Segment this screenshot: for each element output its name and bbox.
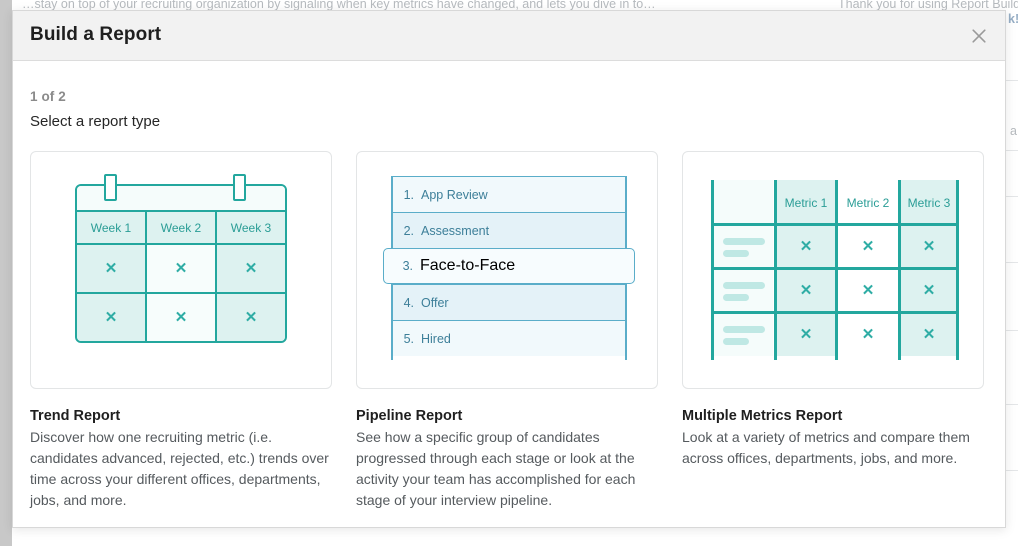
card-title: Trend Report xyxy=(30,408,121,424)
metrics-vline xyxy=(711,180,714,360)
calendar-cell: ✕ xyxy=(77,243,145,292)
close-button[interactable] xyxy=(965,22,993,50)
x-mark-icon: ✕ xyxy=(104,309,118,326)
x-mark-icon: ✕ xyxy=(244,260,258,277)
report-type-card-list: Week 1 Week 2 Week 3 ✕ ✕ ✕ ✕ ✕ ✕ Trend R… xyxy=(30,151,988,511)
calendar-cell: ✕ xyxy=(145,292,215,341)
metrics-col-header: Metric 2 xyxy=(846,196,890,210)
metrics-col-header: Metric 1 xyxy=(784,196,828,210)
trend-report-visual[interactable]: Week 1 Week 2 Week 3 ✕ ✕ ✕ ✕ ✕ ✕ xyxy=(30,151,332,389)
calendar-col-header: Week 3 xyxy=(215,210,285,243)
x-mark-icon: ✕ xyxy=(244,309,258,326)
metrics-hline xyxy=(711,223,959,226)
metrics-table-graphic: Metric 1 Metric 2 Metric 3 ✕ ✕ ✕ ✕ ✕ ✕ ✕… xyxy=(711,180,959,360)
backdrop-right-gutter xyxy=(1006,0,1018,546)
x-mark-icon: ✕ xyxy=(922,326,936,343)
calendar-col-header: Week 1 xyxy=(77,210,145,243)
multiple-metrics-report-visual[interactable]: Metric 1 Metric 2 Metric 3 ✕ ✕ ✕ ✕ ✕ ✕ ✕… xyxy=(682,151,984,389)
backdrop-fragment-right: k! xyxy=(1008,12,1018,26)
report-type-card-pipeline: 1. App Review 2. Assessment 4. Offer 5. … xyxy=(356,151,658,511)
metrics-row-label-bar xyxy=(723,282,765,289)
report-type-card-multiple-metrics: Metric 1 Metric 2 Metric 3 ✕ ✕ ✕ ✕ ✕ ✕ ✕… xyxy=(682,151,984,511)
calendar-data-row: ✕ ✕ ✕ xyxy=(77,243,285,292)
x-mark-icon: ✕ xyxy=(922,238,936,255)
backdrop-rule xyxy=(1006,150,1018,151)
pipeline-report-visual[interactable]: 1. App Review 2. Assessment 4. Offer 5. … xyxy=(356,151,658,389)
calendar-col-header: Week 2 xyxy=(145,210,215,243)
x-mark-icon: ✕ xyxy=(922,282,936,299)
backdrop-fragment-a: a xyxy=(1010,124,1017,138)
x-mark-icon: ✕ xyxy=(799,326,813,343)
calendar-cell: ✕ xyxy=(215,292,285,341)
pipeline-stage: 1. App Review xyxy=(393,176,625,212)
pipeline-stage-number: 5. xyxy=(403,331,414,346)
metrics-row-label-bar xyxy=(723,250,749,257)
calendar-cell: ✕ xyxy=(215,243,285,292)
metrics-col-header: Metric 3 xyxy=(907,196,951,210)
x-mark-icon: ✕ xyxy=(861,238,875,255)
card-title: Pipeline Report xyxy=(356,408,463,424)
pipeline-stage-number: 3. xyxy=(402,259,413,273)
metrics-hline xyxy=(711,267,959,270)
metrics-hline xyxy=(711,311,959,314)
x-mark-icon: ✕ xyxy=(861,282,875,299)
metrics-row-label-bar xyxy=(723,294,749,301)
metrics-vline xyxy=(835,180,838,360)
step-counter: 1 of 2 xyxy=(30,89,66,104)
page-title: Build a Report xyxy=(30,24,162,45)
backdrop-left-gutter xyxy=(0,0,12,546)
close-icon xyxy=(970,27,988,45)
pipeline-stage-highlighted: 3. Face-to-Face xyxy=(383,248,635,284)
pipeline-stage-number: 4. xyxy=(403,295,414,310)
x-mark-icon: ✕ xyxy=(799,238,813,255)
card-description: Look at a variety of metrics and compare… xyxy=(682,429,970,466)
pipeline-stage-label: Assessment xyxy=(421,223,490,238)
pipeline-stage-number: 1. xyxy=(403,187,414,202)
pipeline-stage-label: Face-to-Face xyxy=(420,257,516,274)
pipeline-stage: 4. Offer xyxy=(393,284,625,320)
pipeline-stage-label: Hired xyxy=(421,331,451,346)
modal-body: 1 of 2 Select a report type Week 1 Week … xyxy=(13,61,1005,527)
card-description: Discover how one recruiting metric (i.e.… xyxy=(30,429,329,508)
card-title: Multiple Metrics Report xyxy=(682,408,843,424)
backdrop-rule xyxy=(1006,470,1018,471)
x-mark-icon: ✕ xyxy=(174,309,188,326)
x-mark-icon: ✕ xyxy=(104,260,118,277)
report-type-card-trend: Week 1 Week 2 Week 3 ✕ ✕ ✕ ✕ ✕ ✕ Trend R… xyxy=(30,151,332,511)
metrics-row-label-bar xyxy=(723,338,749,345)
calendar-ring-right-icon xyxy=(233,174,246,201)
backdrop-rule xyxy=(1006,80,1018,81)
calendar-cell: ✕ xyxy=(145,243,215,292)
build-a-report-modal: Build a Report 1 of 2 Select a report ty… xyxy=(12,10,1006,528)
backdrop-rule xyxy=(1006,262,1018,263)
metrics-row-label-bar xyxy=(723,326,765,333)
backdrop-rule xyxy=(1006,196,1018,197)
card-description: See how a specific group of candidates p… xyxy=(356,429,636,508)
x-mark-icon: ✕ xyxy=(174,260,188,277)
backdrop-rule xyxy=(1006,330,1018,331)
backdrop-rule xyxy=(1006,404,1018,405)
calendar-graphic: Week 1 Week 2 Week 3 ✕ ✕ ✕ ✕ ✕ ✕ xyxy=(75,174,287,343)
x-mark-icon: ✕ xyxy=(861,326,875,343)
pipeline-stage-label: App Review xyxy=(421,187,488,202)
calendar-cell: ✕ xyxy=(77,292,145,341)
calendar-data-row: ✕ ✕ ✕ xyxy=(77,292,285,341)
modal-header: Build a Report xyxy=(13,11,1005,61)
step-heading: Select a report type xyxy=(30,113,161,130)
pipeline-stage-label: Offer xyxy=(421,295,449,310)
pipeline-stage-number: 2. xyxy=(403,223,414,238)
pipeline-stage: 5. Hired xyxy=(393,320,625,356)
calendar-body: Week 1 Week 2 Week 3 ✕ ✕ ✕ ✕ ✕ ✕ xyxy=(75,184,287,343)
pipeline-graphic: 1. App Review 2. Assessment 4. Offer 5. … xyxy=(383,176,635,360)
calendar-header-row: Week 1 Week 2 Week 3 xyxy=(77,210,285,243)
x-mark-icon: ✕ xyxy=(799,282,813,299)
calendar-ring-left-icon xyxy=(104,174,117,201)
pipeline-stage: 2. Assessment xyxy=(393,212,625,248)
metrics-row-label-bar xyxy=(723,238,765,245)
